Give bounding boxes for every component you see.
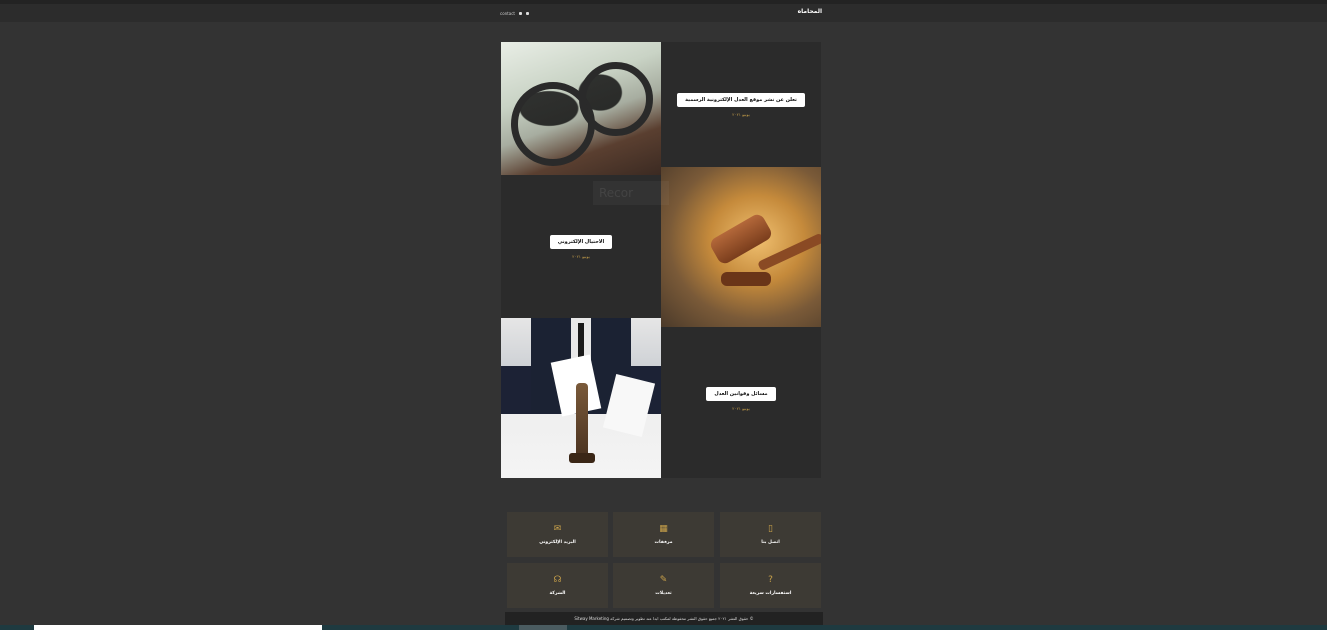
handcuff-ring: [579, 62, 653, 136]
envelope-open-icon: ✉: [553, 523, 562, 534]
post-title-button[interactable]: مسائل وقوانين العدل: [706, 386, 776, 401]
search-icon[interactable]: [525, 12, 529, 15]
brand-logo[interactable]: المحاماه: [798, 8, 822, 15]
post-image-gavel-money[interactable]: [661, 167, 821, 327]
post-card: تعلن عن نشر موقع العدل الإلكترونية الرسم…: [661, 42, 821, 167]
contact-link[interactable]: contact: [500, 11, 515, 16]
gavel-base: [721, 272, 771, 286]
feature-label: البريد الإلكتروني: [539, 539, 576, 545]
question-icon: ?: [768, 574, 773, 585]
features-grid: ✉ البريد الإلكتروني ▦ مرفقات ▯ اتصل بنا …: [507, 512, 822, 608]
justice-statue: [576, 383, 588, 458]
site-footer: © حقوق النشر ٢٠٢١ جميع حقوق النشر محفوظة…: [505, 612, 823, 625]
map-icon: ▦: [659, 523, 668, 534]
feature-contact[interactable]: ▯ اتصل بنا: [720, 512, 821, 557]
bottom-input-field[interactable]: [34, 625, 322, 630]
post-date: يونيو ٢٠٢١: [572, 253, 590, 259]
edit-icon: ✎: [659, 574, 668, 585]
user-icon[interactable]: [518, 12, 522, 15]
feature-company[interactable]: ☊ الشركة: [507, 563, 608, 608]
feature-label: استفسارات سريعة: [749, 590, 792, 596]
post-title-button[interactable]: الاحتيال الإلكتروني: [549, 234, 613, 249]
feature-email[interactable]: ✉ البريد الإلكتروني: [507, 512, 608, 557]
post-image-signing-documents[interactable]: [501, 318, 661, 478]
rss-icon: ☊: [553, 574, 562, 585]
feature-edits[interactable]: ✎ تعديلات: [613, 563, 714, 608]
feature-label: اتصل بنا: [761, 539, 780, 545]
feature-label: مرفقات: [654, 539, 673, 545]
bottom-tab[interactable]: [519, 625, 567, 630]
post-image-handcuffs-money[interactable]: [501, 42, 661, 175]
post-date: يونيو ٢٠٢١: [732, 111, 750, 117]
feature-label: تعديلات: [655, 590, 672, 596]
post-date: يونيو ٢٠٢١: [732, 405, 750, 411]
site-header: المحاماه contact: [0, 4, 1327, 22]
watermark-overlay: Recor: [593, 181, 669, 205]
feature-attachments[interactable]: ▦ مرفقات: [613, 512, 714, 557]
posts-grid: تعلن عن نشر موقع العدل الإلكترونية الرسم…: [501, 42, 821, 478]
post-card: مسائل وقوانين العدل يونيو ٢٠٢١: [661, 327, 821, 470]
post-title-button[interactable]: تعلن عن نشر موقع العدل الإلكترونية الرسم…: [677, 92, 805, 107]
header-utility: contact: [500, 11, 529, 16]
feature-faq[interactable]: ? استفسارات سريعة: [720, 563, 821, 608]
statue-base: [569, 453, 595, 463]
feature-label: الشركة: [549, 590, 566, 596]
mobile-icon: ▯: [768, 523, 773, 534]
